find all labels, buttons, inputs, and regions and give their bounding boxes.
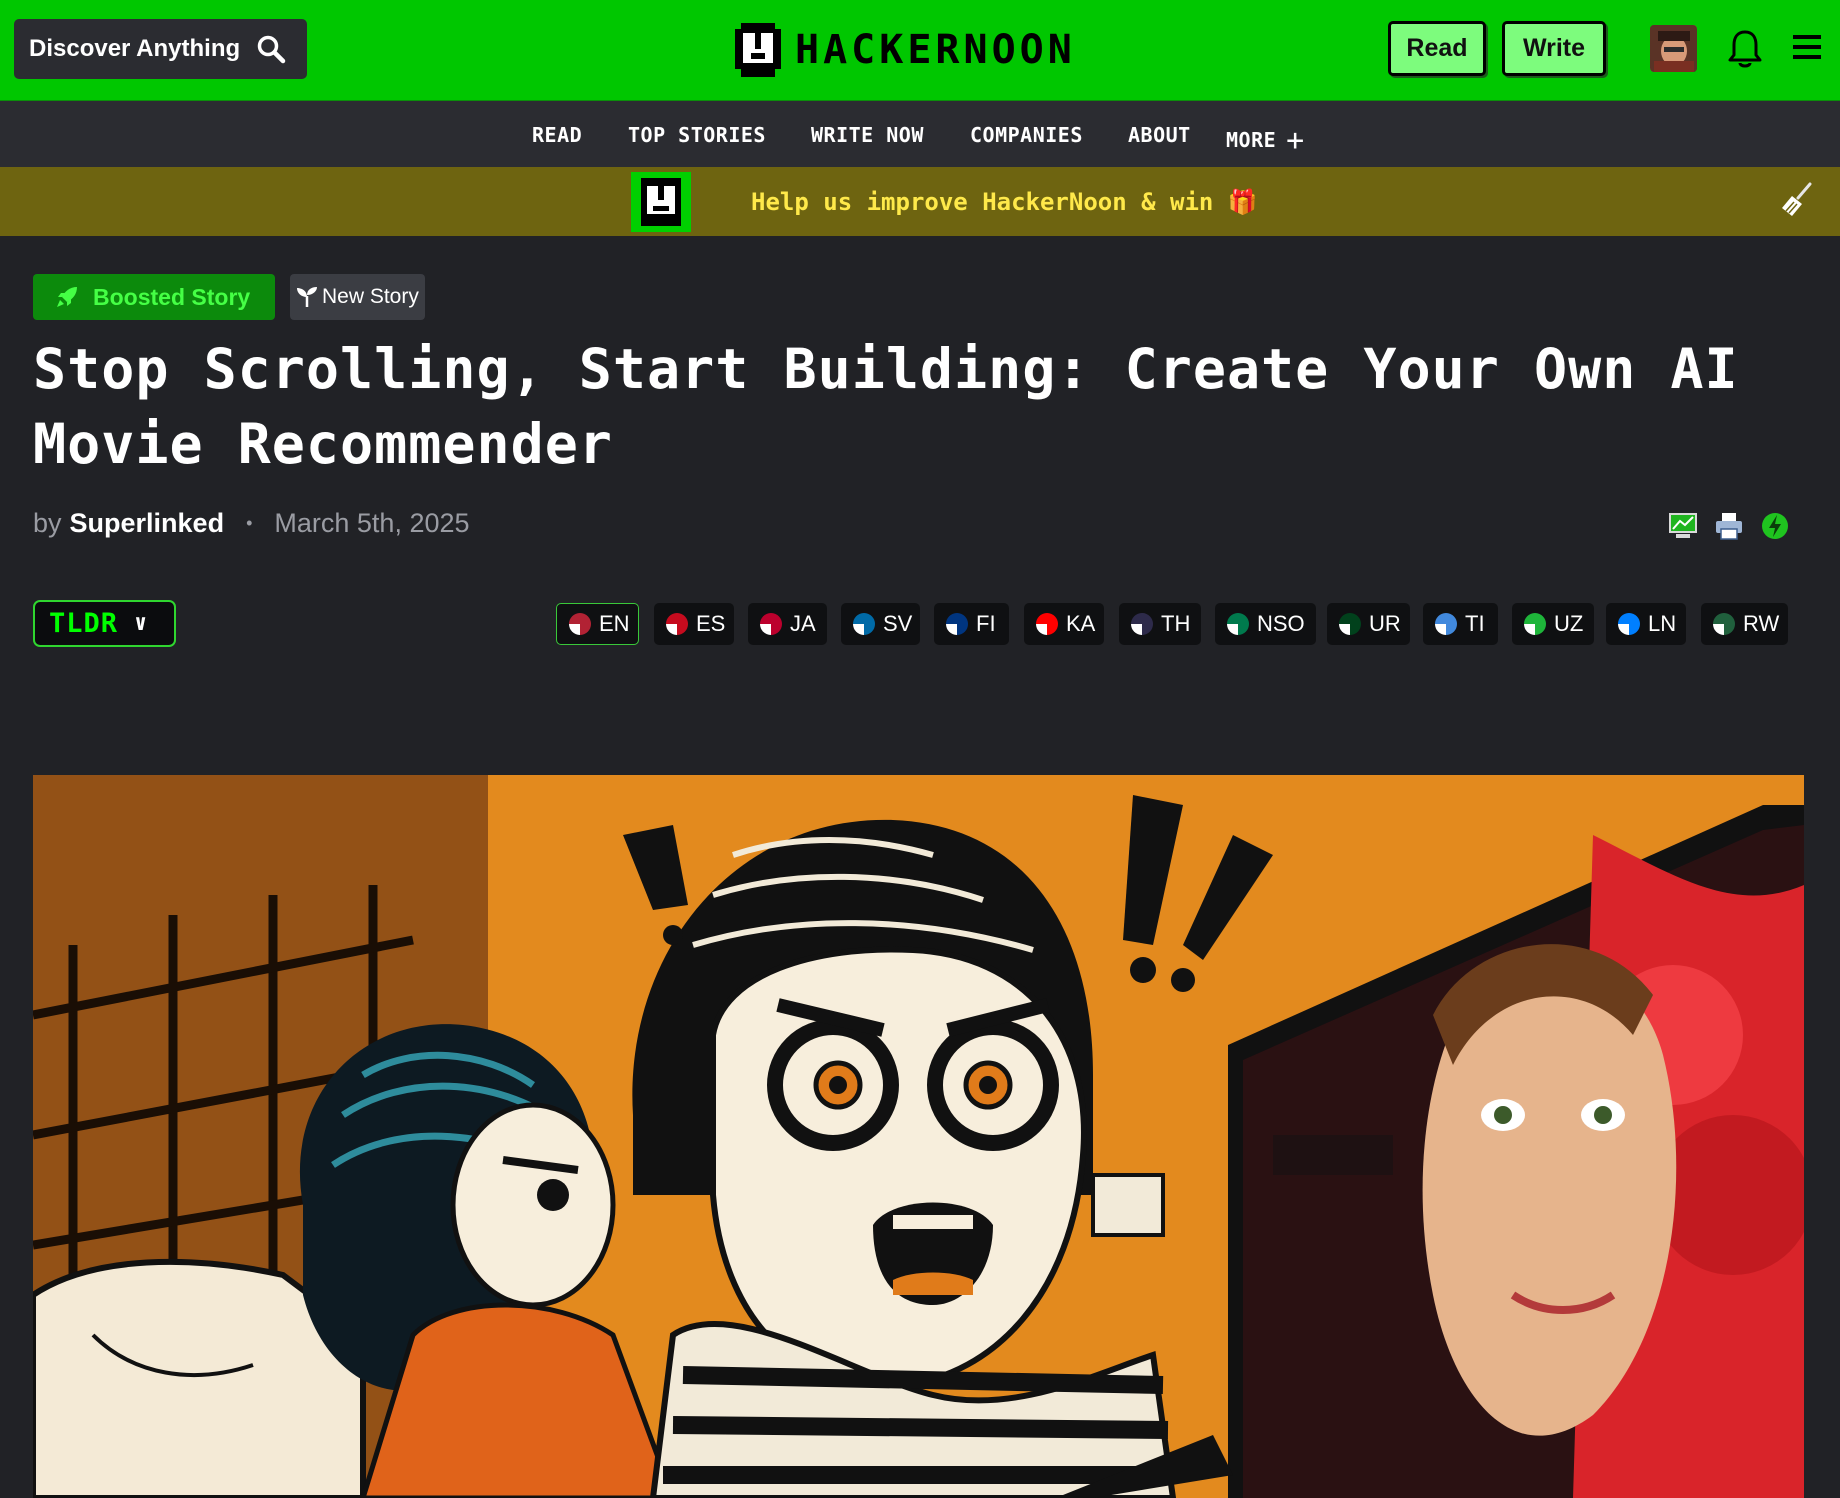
lang-code: UR <box>1369 611 1401 636</box>
logo-wordmark: HACKERNOON <box>795 27 1076 73</box>
lang-ur[interactable]: UR <box>1327 603 1410 645</box>
flag-icon <box>1339 613 1361 635</box>
lang-code: NSO <box>1257 611 1305 636</box>
flag-icon <box>1618 613 1640 635</box>
new-story-label: New Story <box>322 285 419 308</box>
broom-icon[interactable] <box>1780 181 1814 219</box>
hackernoon-logo[interactable]: HACKERNOON <box>731 17 1076 83</box>
hero-illustration <box>33 775 1804 1498</box>
flag-icon <box>569 613 591 635</box>
article-page: Discover Anything HACKERNOON Read Write <box>0 0 1840 1498</box>
lang-code: LN <box>1648 611 1677 636</box>
lang-code: TH <box>1161 611 1191 636</box>
write-button[interactable]: Write <box>1502 21 1606 76</box>
lang-th[interactable]: TH <box>1119 603 1201 645</box>
read-on-terminal-icon[interactable] <box>1668 510 1698 542</box>
hamburger-menu-icon[interactable] <box>1792 32 1822 62</box>
nav-top-stories[interactable]: TOP STORIES <box>628 123 766 147</box>
read-button[interactable]: Read <box>1388 21 1486 76</box>
search-button[interactable]: Discover Anything <box>14 19 307 79</box>
lang-ti[interactable]: TI <box>1423 603 1498 645</box>
hackernoon-head-icon <box>735 23 781 77</box>
by-label: by <box>33 508 62 538</box>
secondary-nav: READ TOP STORIES WRITE NOW COMPANIES ABO… <box>0 101 1840 167</box>
lang-code: FI <box>976 611 996 636</box>
flag-icon <box>1227 613 1249 635</box>
search-label: Discover Anything <box>29 35 241 62</box>
rocket-icon <box>57 287 77 307</box>
lang-code: UZ <box>1554 611 1584 636</box>
boosted-story-label: Boosted Story <box>93 283 251 310</box>
lang-code: EN <box>599 611 630 636</box>
flag-icon <box>1036 613 1058 635</box>
author-link[interactable]: Superlinked <box>70 508 225 539</box>
promo-logo <box>631 172 691 232</box>
lang-rw[interactable]: RW <box>1701 603 1788 645</box>
article-hero-image <box>33 775 1804 1498</box>
article-actions <box>1668 510 1790 542</box>
lang-code: ES <box>696 611 726 636</box>
lang-ja[interactable]: JA <box>748 603 827 645</box>
new-story-tag[interactable]: New Story <box>290 274 425 320</box>
separator-dot: • <box>246 513 253 533</box>
tldr-toggle[interactable]: TLDR ∨ <box>33 600 176 647</box>
plus-icon: + <box>1286 123 1305 158</box>
user-avatar[interactable] <box>1650 25 1697 72</box>
tldr-label: TLDR <box>49 608 119 639</box>
lang-code: SV <box>883 611 913 636</box>
nav-more-label: MORE <box>1226 128 1277 152</box>
nav-companies[interactable]: COMPANIES <box>970 123 1083 147</box>
nav-more[interactable]: MORE + <box>1226 120 1305 158</box>
article-title: Stop Scrolling, Start Building: Create Y… <box>33 337 1739 476</box>
lang-code: KA <box>1066 611 1096 636</box>
boosted-story-tag[interactable]: Boosted Story <box>33 274 275 320</box>
nav-about[interactable]: ABOUT <box>1128 123 1191 147</box>
avatar-image <box>1650 25 1697 72</box>
promo-text: Help us improve HackerNoon & win 🎁 <box>751 188 1258 216</box>
top-bar: Discover Anything HACKERNOON Read Write <box>0 0 1840 101</box>
promo-banner[interactable]: Help us improve HackerNoon & win 🎁 <box>0 167 1840 236</box>
nav-read[interactable]: READ <box>532 123 582 147</box>
flag-icon <box>1713 613 1735 635</box>
lang-code: JA <box>790 611 816 636</box>
lang-fi[interactable]: FI <box>934 603 1009 645</box>
lang-code: TI <box>1465 611 1485 636</box>
chevron-down-icon: ∨ <box>134 611 149 636</box>
article-byline: by Superlinked • March 5th, 2025 <box>33 508 470 539</box>
sprout-icon <box>297 287 317 307</box>
flag-icon <box>666 613 688 635</box>
publish-date: March 5th, 2025 <box>274 508 470 538</box>
flag-icon <box>853 613 875 635</box>
flag-icon <box>1524 613 1546 635</box>
lang-es[interactable]: ES <box>654 603 734 645</box>
nav-write-now[interactable]: WRITE NOW <box>811 123 924 147</box>
lang-sv[interactable]: SV <box>841 603 920 645</box>
lang-ln[interactable]: LN <box>1606 603 1686 645</box>
lang-nso[interactable]: NSO <box>1215 603 1316 645</box>
lang-en[interactable]: EN <box>556 603 639 645</box>
lang-uz[interactable]: UZ <box>1512 603 1594 645</box>
search-icon <box>257 35 286 64</box>
flag-icon <box>760 613 782 635</box>
flag-icon <box>946 613 968 635</box>
lang-code: RW <box>1743 611 1780 636</box>
notification-bell-icon[interactable] <box>1727 28 1763 70</box>
audio-player-icon[interactable] <box>1760 510 1790 542</box>
print-icon[interactable] <box>1714 510 1744 542</box>
flag-icon <box>1131 613 1153 635</box>
hackernoon-head-icon <box>641 178 681 226</box>
lang-ka[interactable]: KA <box>1024 603 1104 645</box>
flag-icon <box>1435 613 1457 635</box>
